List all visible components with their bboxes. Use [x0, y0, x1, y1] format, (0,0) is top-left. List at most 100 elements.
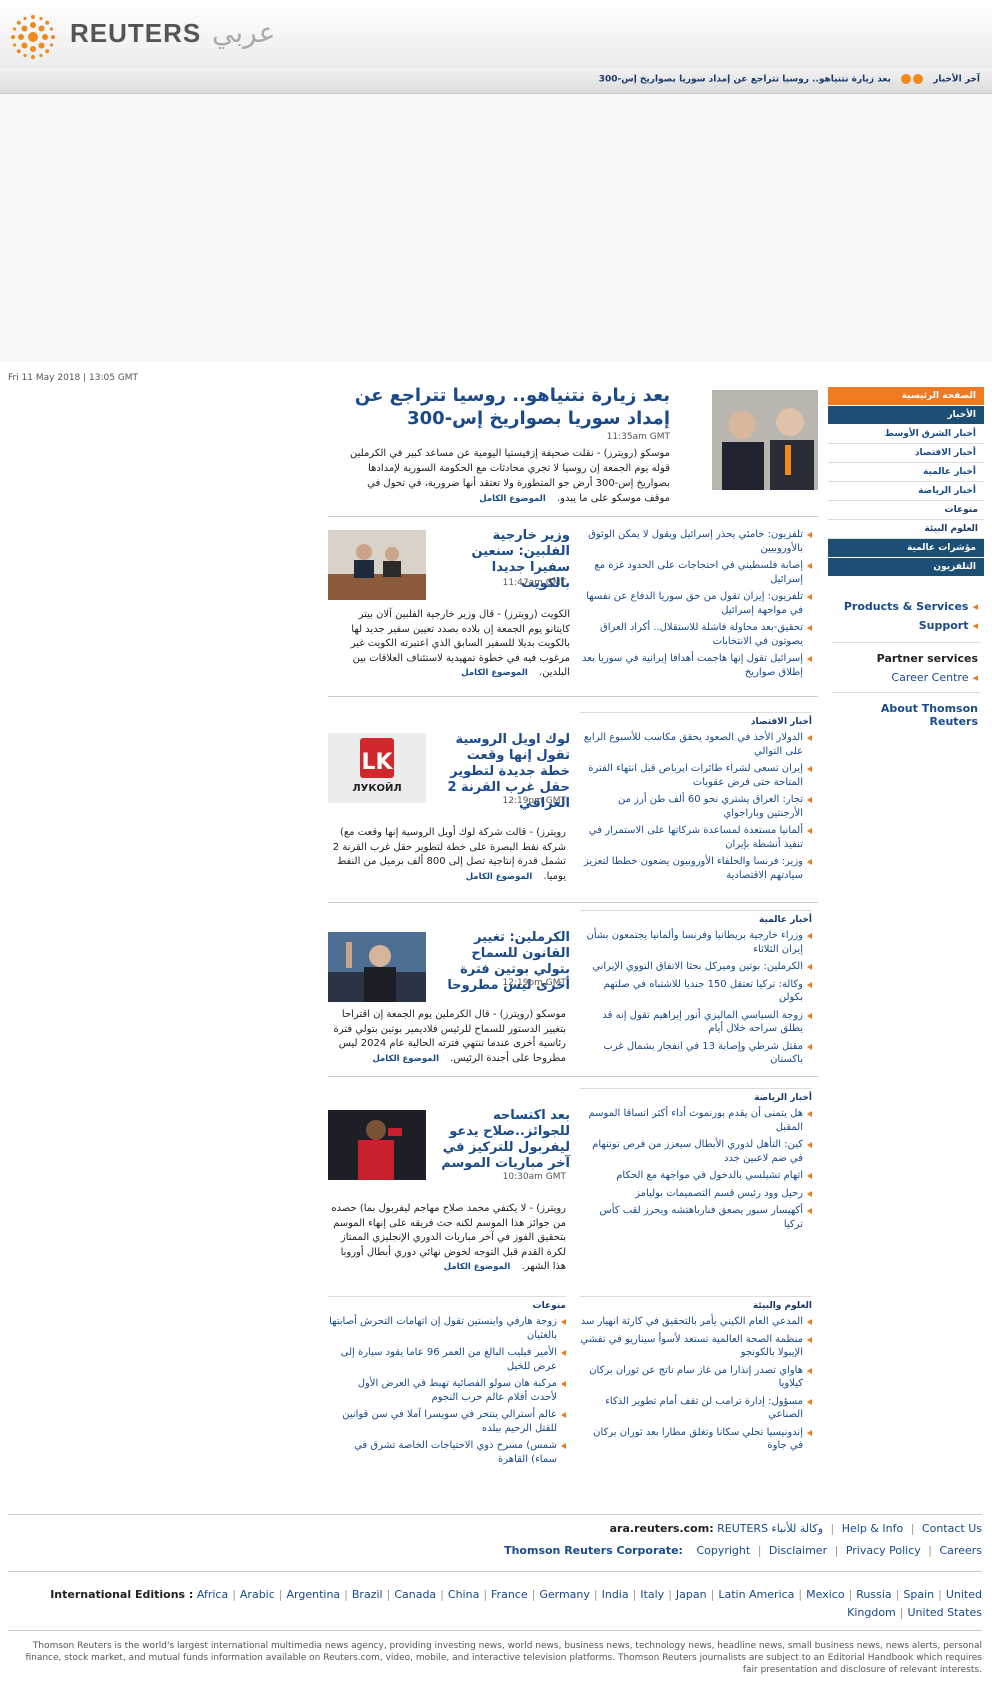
sports-heading[interactable]: أخبار الرياضة	[580, 1088, 812, 1103]
footer-site: ara.reuters.com:	[609, 1522, 714, 1535]
nav-indices[interactable]: مؤشرات عالمية	[828, 539, 984, 558]
edition-link[interactable]: Russia	[856, 1588, 891, 1601]
nav-news-world[interactable]: أخبار عالمية	[828, 463, 984, 482]
ticker-next-icon[interactable]	[913, 74, 924, 84]
footer-careers[interactable]: Careers	[940, 1544, 983, 1557]
list-item[interactable]: إسرائيل تقول إنها هاجمت أهدافا إيرانية ف…	[580, 652, 812, 679]
nav-misc[interactable]: منوعات	[828, 501, 984, 520]
nav-news-economy[interactable]: أخبار الاقتصاد	[828, 444, 984, 463]
story-4-photo-icon	[328, 1110, 426, 1180]
edition-link[interactable]: France	[491, 1588, 528, 1601]
list-item[interactable]: اتهام تشيلسي بالدخول في مواجهة مع الحكام	[580, 1169, 812, 1183]
footer-help[interactable]: Help & Info	[842, 1522, 903, 1535]
list-item[interactable]: مقتل شرطي وإصابة 13 في انفجار بشمال غرب …	[580, 1040, 812, 1067]
list-item[interactable]: الكرملين: بوتين وميركل بحثا الاتفاق النو…	[580, 960, 812, 974]
list-item[interactable]: إصابة فلسطيني في احتجاجات على الحدود غزة…	[580, 559, 812, 586]
story-4-more-link[interactable]: الموضوع الكامل	[444, 1262, 511, 1272]
list-item[interactable]: تجار: العراق يشتري نحو 60 ألف طن أرز من …	[580, 793, 812, 820]
list-item[interactable]: الدولار الأخذ في الصعود يحقق مكاسب للأسب…	[580, 731, 812, 758]
brand-name[interactable]: REUTERS	[70, 18, 201, 49]
economy-section: أخبار الاقتصاد الدولار الأخذ في الصعود ي…	[580, 712, 812, 886]
list-item[interactable]: وزراء خارجية بريطانيا وفرنسا وألمانيا يج…	[580, 929, 812, 956]
story-3-image[interactable]	[328, 932, 426, 1002]
edition-link[interactable]: Brazil	[352, 1588, 383, 1601]
ad-banner-area	[0, 94, 992, 362]
edition-link[interactable]: Mexico	[806, 1588, 844, 1601]
list-item[interactable]: تلفزيون: إيران تقول من حق سوريا الدفاع ع…	[580, 590, 812, 617]
ticker-latest-label[interactable]: آخر الأخبار	[933, 75, 980, 85]
nav-home[interactable]: الصفحة الرئيسية	[828, 387, 984, 406]
story-1-more-link[interactable]: الموضوع الكامل	[461, 668, 528, 678]
edition-link[interactable]: Spain	[903, 1588, 934, 1601]
story-2-more-link[interactable]: الموضوع الكامل	[466, 872, 533, 882]
top-story-more-link[interactable]: الموضوع الكامل	[479, 494, 546, 504]
list-item[interactable]: مركبة هان سولو الفضائية تهبط في العرض ال…	[328, 1377, 566, 1404]
edition-link[interactable]: Argentina	[287, 1588, 341, 1601]
story-4-image[interactable]	[328, 1110, 426, 1180]
nav-news-middle-east[interactable]: أخبار الشرق الأوسط	[828, 425, 984, 444]
edition-link[interactable]: Germany	[539, 1588, 590, 1601]
economy-heading[interactable]: أخبار الاقتصاد	[580, 712, 812, 727]
ticker-headline[interactable]: بعد زيارة نتنياهو.. روسيا تتراجع عن إمدا…	[599, 75, 891, 85]
list-item[interactable]: رحيل وود رئيس قسم التصميمات بوليامز	[580, 1187, 812, 1201]
story-3-photo-icon	[328, 932, 426, 1002]
list-item[interactable]: زوجة هارفي واينستين تقول إن اتهامات التح…	[328, 1315, 566, 1342]
footer-copyright[interactable]: Copyright	[696, 1544, 750, 1557]
services-career[interactable]: Career Centre ◂	[828, 668, 984, 687]
list-item[interactable]: شمس) مسرح ذوي الاحتياجات الخاصة تشرق في …	[328, 1439, 566, 1466]
list-item[interactable]: منظمة الصحة العالمية تستعد لأسوأ سيناريو…	[580, 1333, 812, 1360]
international-editions: International Editions : Africa | Arabic | A…	[8, 1586, 982, 1622]
reuters-logo-icon[interactable]	[10, 14, 56, 60]
edition-link[interactable]: India	[602, 1588, 629, 1601]
story-3-more-link[interactable]: الموضوع الكامل	[372, 1054, 439, 1064]
list-item[interactable]: وكالة: تركيا تعتقل 150 جنديا للاشتباه في…	[580, 978, 812, 1005]
list-item[interactable]: تحقيق-بعد محاولة فاشلة للاستقلال.. أكراد…	[580, 621, 812, 648]
nav-tv[interactable]: التلفزيون	[828, 558, 984, 577]
story-4-time: 10:30am GMT	[502, 1172, 566, 1182]
list-item[interactable]: عالم أسترالي ينتحر في سويسرا آملا في سن …	[328, 1408, 566, 1435]
footer-divider	[8, 1514, 982, 1515]
nav-news[interactable]: الأخبار	[828, 406, 984, 425]
list-item[interactable]: مسؤول: إدارة ترامب لن تقف أمام تطوير الذ…	[580, 1395, 812, 1422]
brand-arabic[interactable]: عربي	[212, 16, 275, 49]
list-item[interactable]: وزير: فرنسا والحلفاء الأوروبيون يضعون خط…	[580, 855, 812, 882]
edition-link[interactable]: Arabic	[240, 1588, 275, 1601]
edition-link[interactable]: Latin America	[718, 1588, 794, 1601]
list-item[interactable]: زوجة السياسي الماليزي أنور إبراهيم تقول …	[580, 1009, 812, 1036]
top-story-title[interactable]: بعد زيارة نتنياهو.. روسيا تتراجع عن إمدا…	[340, 384, 670, 430]
edition-link[interactable]: Japan	[676, 1588, 707, 1601]
list-item[interactable]: كين: التأهل لدوري الأبطال سيعزز من فرص ت…	[580, 1138, 812, 1165]
ticker-prev-icon[interactable]	[901, 74, 912, 84]
list-item[interactable]: الأمير فيليب البالغ من العمر 96 عاما يقو…	[328, 1346, 566, 1373]
list-item[interactable]: إندونيسيا تجلي سكانا وتغلق مطارا بعد ثور…	[580, 1426, 812, 1453]
story-4-title[interactable]: بعد اكتساحه للجوائز..صلاح يدعو ليفربول ل…	[436, 1108, 570, 1172]
list-item[interactable]: هل يتمنى أن يقدم بورنموث أداء أكثر اتساق…	[580, 1107, 812, 1134]
footer-disclaimer[interactable]: Disclaimer	[769, 1544, 827, 1557]
services-about[interactable]: About Thomson Reuters	[828, 699, 984, 731]
footer-agency[interactable]: REUTERS وكالة للأنباء	[717, 1522, 823, 1535]
list-item[interactable]: إيران تسعى لشراء طائرات ايرباص قبل انتها…	[580, 762, 812, 789]
edition-link[interactable]: United States	[908, 1606, 983, 1619]
nav-news-sports[interactable]: أخبار الرياضة	[828, 482, 984, 501]
top-story-image[interactable]	[712, 390, 818, 490]
footer-corporate[interactable]: Thomson Reuters Corporate:	[504, 1544, 683, 1557]
nav-environment[interactable]: العلوم البيئة	[828, 520, 984, 539]
edition-link[interactable]: Italy	[640, 1588, 664, 1601]
world-heading[interactable]: أخبار عالمية	[580, 910, 812, 925]
story-1-image[interactable]	[328, 530, 426, 600]
list-item[interactable]: أكهيسار سبور يصعق فنارباهتشه ويحرز لقب ك…	[580, 1204, 812, 1231]
misc-heading[interactable]: منوعات	[328, 1296, 566, 1311]
story-2-image[interactable]: LK ЛУКОЙЛ	[328, 733, 426, 803]
services-products[interactable]: Products & Services ◂	[828, 597, 984, 616]
science-heading[interactable]: العلوم والبيئة	[580, 1296, 812, 1311]
services-support[interactable]: Support ◂	[828, 616, 984, 635]
list-item[interactable]: هاواي تصدر إنذارا من غاز سام ناتج عن ثور…	[580, 1364, 812, 1391]
footer-contact[interactable]: Contact Us	[922, 1522, 982, 1535]
edition-link[interactable]: Africa	[197, 1588, 228, 1601]
list-item[interactable]: تلفزيون: خامئي يحذر إسرائيل ويقول لا يمك…	[580, 528, 812, 555]
footer-privacy[interactable]: Privacy Policy	[846, 1544, 921, 1557]
list-item[interactable]: ألمانيا مستعدة لمساعدة شركاتها على الاست…	[580, 824, 812, 851]
list-item[interactable]: المدعي العام الكيني يأمر بالتحقيق في كار…	[580, 1315, 812, 1329]
edition-link[interactable]: Canada	[394, 1588, 436, 1601]
edition-link[interactable]: China	[448, 1588, 479, 1601]
